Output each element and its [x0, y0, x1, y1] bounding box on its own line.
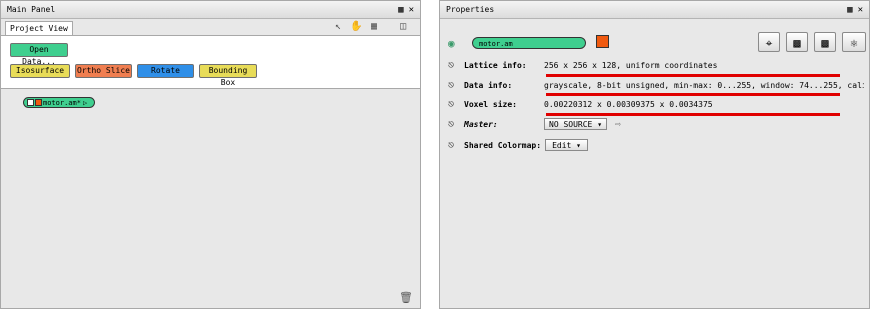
pin-icon[interactable]: ⎋	[448, 60, 458, 71]
pin-icon[interactable]: ⎋	[448, 80, 458, 91]
object-name-pill[interactable]: motor.am	[472, 37, 586, 49]
hand-icon[interactable]: ✋	[350, 21, 362, 33]
isosurface-button[interactable]: Isosurface	[10, 64, 70, 78]
voxel-size-value: 0.00220312 x 0.00309375 x 0.0034375	[544, 99, 713, 109]
main-panel: Main Panel ▦ ✕ Project View ↖ ✋ ▦ ◫ Open…	[0, 0, 421, 309]
voxel-size-label: Voxel size:	[464, 99, 517, 109]
row-lattice-info: ⎋ Lattice info: 256 x 256 x 128, uniform…	[448, 58, 717, 72]
properties-title: Properties	[446, 5, 495, 14]
row-data-info: ⎋ Data info: grayscale, 8-bit unsigned, …	[448, 78, 864, 92]
lattice-info-label: Lattice info:	[464, 60, 527, 70]
data-info-label: Data info:	[464, 80, 513, 90]
master-select-value: NO SOURCE	[549, 120, 593, 129]
row-master: ⎋ Master: NO SOURCE ▾ ⇨	[448, 117, 621, 131]
crop-icon[interactable]: ⌖	[758, 32, 780, 52]
pin-icon[interactable]: ⎋	[448, 140, 458, 151]
tab-project-view[interactable]: Project View	[5, 21, 73, 35]
main-panel-titlebar: Main Panel ▦ ✕	[1, 1, 420, 19]
shared-colormap-label: Shared Colormap:	[464, 140, 542, 150]
properties-titlebar: Properties ▦ ✕	[440, 1, 869, 19]
close-icon[interactable]: ✕	[409, 5, 414, 15]
trash-icon[interactable]: 🗑	[399, 291, 413, 304]
master-select[interactable]: NO SOURCE ▾	[544, 118, 608, 130]
colormap-edit-button[interactable]: Edit ▾	[545, 139, 588, 151]
node-color-icon[interactable]	[35, 99, 42, 106]
panel-toggle-icon[interactable]: ◫	[397, 21, 409, 33]
highlight-line	[546, 93, 840, 96]
data-node-motor[interactable]: motor.am * ▷	[23, 97, 95, 108]
histogram-icon[interactable]: ▩	[814, 32, 836, 52]
open-data-button[interactable]: Open Data...	[10, 43, 68, 66]
rotate-button[interactable]: Rotate	[137, 64, 194, 78]
chevron-down-icon: ▾	[576, 141, 581, 150]
object-stack-icon: ◉	[448, 37, 455, 50]
main-panel-title: Main Panel	[7, 5, 56, 14]
highlight-line	[546, 74, 840, 77]
object-color-swatch[interactable]	[596, 35, 609, 48]
chevron-down-icon: ▾	[597, 120, 603, 129]
project-tab-row: Project View ↖ ✋ ▦ ◫	[1, 19, 420, 36]
node-visibility-icon[interactable]	[27, 99, 34, 106]
node-label: motor.am	[43, 98, 77, 107]
display-icon[interactable]: ▩	[786, 32, 808, 52]
float-icon[interactable]: ▦	[398, 5, 403, 15]
close-icon[interactable]: ✕	[858, 5, 863, 15]
float-icon[interactable]: ▦	[847, 5, 852, 15]
highlight-line	[546, 113, 840, 116]
node-modified-mark: *	[76, 98, 81, 107]
data-info-value: grayscale, 8-bit unsigned, min-max: 0...…	[544, 80, 864, 90]
quick-actions-area: Open Data... Isosurface Ortho Slice Rota…	[1, 36, 420, 89]
ortho-slice-button[interactable]: Ortho Slice	[75, 64, 132, 78]
edit-label: Edit	[552, 141, 572, 150]
graph-layout-icon[interactable]: ▦	[368, 21, 380, 33]
properties-panel: Properties ▦ ✕ ◉ motor.am ⌖ ▩ ▩ ⚛ ⎋ Latt…	[439, 0, 870, 309]
pin-icon[interactable]: ⎋	[448, 99, 458, 110]
lattice-info-value: 256 x 256 x 128, uniform coordinates	[544, 60, 718, 70]
arrow-right-icon[interactable]: ⇨	[615, 119, 621, 130]
pin-icon[interactable]: ⎋	[448, 119, 458, 130]
pointer-icon[interactable]: ↖	[332, 21, 344, 33]
master-label: Master:	[464, 119, 498, 129]
bounding-box-button[interactable]: Bounding Box	[199, 64, 257, 87]
row-shared-colormap: ⎋ Shared Colormap: Edit ▾	[448, 138, 588, 152]
node-output-icon[interactable]: ▷	[83, 99, 87, 107]
row-voxel-size: ⎋ Voxel size: 0.00220312 x 0.00309375 x …	[448, 97, 713, 111]
network-icon[interactable]: ⚛	[842, 32, 866, 52]
